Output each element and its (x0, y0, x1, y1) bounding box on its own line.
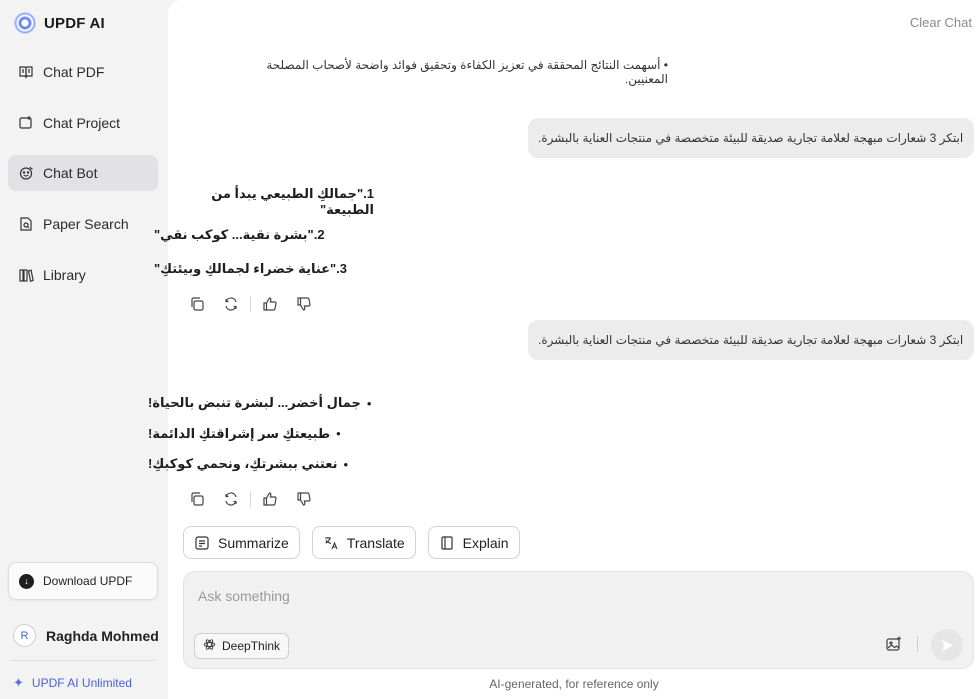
thumbs-down-icon[interactable] (295, 490, 313, 508)
clear-chat-button[interactable]: Clear Chat (910, 15, 972, 30)
translate-button[interactable]: Translate (311, 526, 416, 559)
list-item: 2."بشرة نقية... كوكب نقي" (154, 227, 325, 243)
upgrade-link[interactable]: ✦ UPDF AI Unlimited (13, 675, 132, 691)
ai-response-list: • جمال أخضر... لبشرة تنبض بالحياة! • طبي… (148, 388, 388, 480)
send-icon (941, 639, 953, 651)
list-item: 3."عناية خضراء لجمالكِ وبيئتكِ" (154, 260, 348, 276)
chat-panel: Clear Chat • أسهمت النتائج المحققة في تع… (148, 0, 980, 699)
chip-label: Translate (346, 534, 405, 551)
folder-plus-icon (18, 115, 34, 131)
translate-icon (323, 535, 339, 551)
upgrade-label: UPDF AI Unlimited (31, 676, 132, 690)
bullet: • (336, 426, 341, 442)
user-profile[interactable]: R Raghda Mohmed (13, 624, 159, 647)
book-open-icon (439, 535, 455, 551)
bot-face-icon (18, 165, 34, 181)
user-message-bubble: ابتكر 3 شعارات مبهجة لعلامة تجارية صديقة… (528, 118, 974, 158)
document-search-icon (18, 216, 34, 232)
ai-response-list: 1."جمالكِ الطبيعي يبدأ من الطبيعة" 2."بش… (154, 185, 374, 286)
deepthink-toggle[interactable]: DeepThink (194, 633, 290, 659)
sparkle-icon: ✦ (13, 675, 24, 690)
list-item: • جمال أخضر... لبشرة تنبض بالحياة! (148, 388, 388, 419)
updf-logo-icon (14, 12, 36, 34)
library-books-icon (18, 267, 34, 283)
deepthink-label: DeepThink (222, 639, 281, 653)
message-actions (188, 490, 313, 508)
bullet: • (343, 456, 349, 472)
list-item: • نعتني ببشرتكِ، ونحمي كوكبكِ! (148, 449, 388, 480)
copy-icon[interactable] (188, 490, 206, 508)
thumbs-up-icon[interactable] (261, 295, 279, 313)
message-actions (188, 295, 313, 313)
sidebar-item-paper-search[interactable]: Paper Search (8, 206, 158, 242)
chat-input[interactable] (198, 586, 798, 606)
sidebar-item-label: Paper Search (43, 216, 129, 233)
image-upload-icon[interactable] (885, 635, 903, 653)
download-icon: ↓ (19, 573, 34, 589)
sidebar-divider (10, 660, 156, 661)
list-item-text: طبيعتكِ سر إشراقتكِ الدائمة! (148, 425, 331, 441)
user-message-text: ابتكر 3 شعارات مبهجة لعلامة تجارية صديقة… (538, 131, 964, 145)
list-item-text: جمال أخضر... لبشرة تنبض بالحياة! (148, 395, 361, 411)
avatar: R (13, 624, 36, 647)
download-label: Download UPDF (43, 574, 133, 588)
sidebar-item-chat-pdf[interactable]: Chat PDF (8, 54, 158, 90)
sidebar-item-label: Chat Bot (43, 165, 98, 182)
sidebar-item-chat-project[interactable]: Chat Project (8, 105, 158, 141)
sidebar-item-label: Chat Project (43, 114, 121, 131)
brand-name: UPDF AI (44, 14, 105, 32)
brand[interactable]: UPDF AI (14, 12, 105, 34)
explain-button[interactable]: Explain (427, 526, 520, 559)
ai-message-text: • أسهمت النتائج المحققة في تعزيز الكفاءة… (266, 58, 668, 86)
bullet: • (366, 395, 372, 411)
send-button[interactable] (931, 629, 963, 661)
summarize-icon (194, 535, 210, 551)
regenerate-icon[interactable] (222, 490, 240, 508)
user-name: Raghda Mohmed (46, 627, 159, 644)
regenerate-icon[interactable] (222, 295, 240, 313)
download-updf-button[interactable]: ↓ Download UPDF (8, 562, 158, 600)
atom-icon (203, 638, 216, 654)
user-message-text: ابتكر 3 شعارات مبهجة لعلامة تجارية صديقة… (538, 333, 964, 347)
list-item-text: نعتني ببشرتكِ، ونحمي كوكبكِ! (148, 456, 338, 472)
thumbs-down-icon[interactable] (295, 295, 313, 313)
quick-actions: Summarize Translate Explain (183, 526, 520, 559)
summarize-button[interactable]: Summarize (183, 526, 300, 559)
list-item: • طبيعتكِ سر إشراقتكِ الدائمة! (148, 419, 388, 450)
thumbs-up-icon[interactable] (261, 490, 279, 508)
sidebar-item-label: Chat PDF (43, 64, 105, 80)
chat-composer: DeepThink (183, 571, 974, 669)
sidebar-nav: Chat PDF Chat Project Chat Bot Paper Sea… (8, 54, 158, 307)
chip-label: Explain (462, 534, 509, 551)
chip-label: Summarize (218, 534, 289, 551)
composer-divider (917, 636, 918, 652)
ai-disclaimer: AI-generated, for reference only (489, 677, 659, 691)
action-divider (250, 491, 251, 507)
user-message-bubble: ابتكر 3 شعارات مبهجة لعلامة تجارية صديقة… (528, 320, 974, 360)
copy-icon[interactable] (188, 295, 206, 313)
sidebar: UPDF AI Chat PDF Chat Project Chat Bot P… (0, 0, 168, 699)
sidebar-item-label: Library (43, 266, 86, 283)
sidebar-item-chat-bot[interactable]: Chat Bot (8, 155, 158, 192)
list-item: 1."جمالكِ الطبيعي يبدأ من الطبيعة" (211, 185, 374, 217)
sidebar-item-library[interactable]: Library (8, 257, 158, 293)
action-divider (250, 296, 251, 312)
book-icon (18, 64, 34, 80)
